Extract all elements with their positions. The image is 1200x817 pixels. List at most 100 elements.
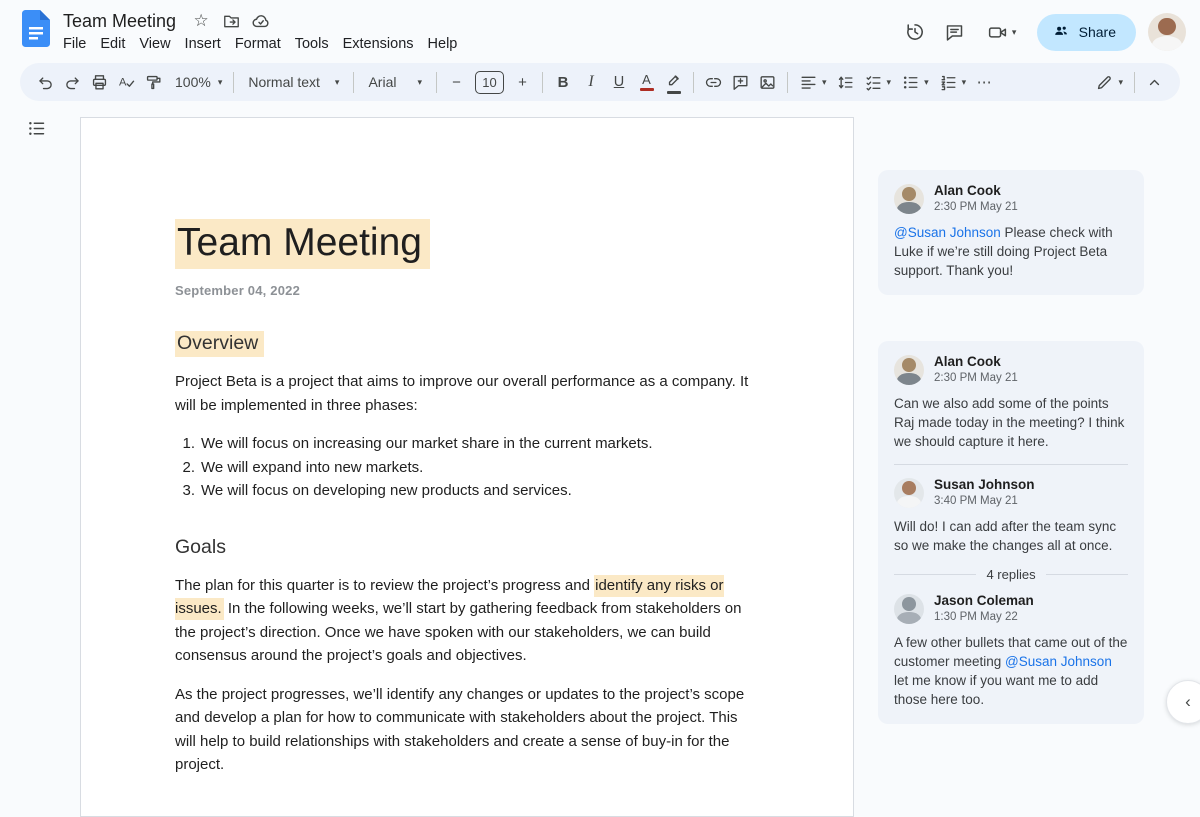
bulleted-list-dropdown[interactable]: ▾ [896,68,934,96]
caret-down-icon: ▾ [217,76,223,87]
document-outline-icon[interactable] [23,115,49,141]
chevron-left-icon: ‹ [1185,692,1191,711]
cloud-status-icon[interactable] [249,9,273,33]
menu-help[interactable]: Help [421,34,465,54]
divider-line [894,574,977,575]
more-options-button[interactable]: ⋯ [971,68,998,96]
comments-sidebar: Alan Cook 2:30 PM May 21 @Susan Johnson … [878,170,1144,724]
document-title-field[interactable]: Team Meeting [63,11,176,32]
doc-title-heading: Team Meeting [175,219,760,269]
zoom-dropdown[interactable]: 100% ▾ [167,68,227,96]
line-spacing-button[interactable] [832,68,859,96]
overview-paragraph: Project Beta is a project that aims to i… [175,373,749,414]
document-page[interactable]: Team Meeting September 04, 2022 Overview… [80,117,854,817]
insert-image-button[interactable] [754,68,781,96]
undo-button[interactable] [32,68,59,96]
share-button[interactable]: Share [1036,13,1136,51]
add-comment-button[interactable] [727,68,754,96]
commenter-avatar [894,183,924,214]
mention-link[interactable]: @Susan Johnson [1005,654,1112,669]
menu-insert[interactable]: Insert [178,34,228,54]
text-color-button[interactable]: A [633,68,660,96]
checklist-dropdown[interactable]: ▾ [859,68,897,96]
header: Team Meeting ☆ File Edit View Insert For… [0,0,1200,62]
menu-view[interactable]: View [132,34,177,54]
commenter-avatar [894,477,924,508]
underline-button[interactable]: U [605,68,633,96]
star-icon[interactable]: ☆ [189,9,213,33]
commenter-avatar [894,593,924,624]
commenter-name: Alan Cook [934,354,1001,369]
list-number: 1. [182,435,195,452]
open-comments-icon[interactable] [935,12,975,52]
comment-thread-card[interactable]: Alan Cook 2:30 PM May 21 Can we also add… [878,341,1144,724]
comment-time: 2:30 PM May 21 [934,372,1018,384]
divider-line [1045,574,1129,575]
thread-divider [894,464,1128,465]
mention-link[interactable]: @Susan Johnson [894,225,1001,240]
spellcheck-button[interactable]: A [113,68,140,96]
caret-down-icon: ▾ [1011,26,1017,37]
move-folder-icon[interactable] [219,9,243,33]
redo-button[interactable] [59,68,86,96]
header-actions: ▾ Share [895,9,1186,52]
goals-paragraph-2: As the project progresses, we’ll identif… [175,685,745,774]
toolbar-separator [436,71,437,93]
font-family-value: Arial [368,74,397,90]
menu-file[interactable]: File [56,34,93,54]
menu-format[interactable]: Format [228,34,288,54]
print-button[interactable] [86,68,113,96]
decrease-font-size-button[interactable]: − [443,68,470,96]
version-history-icon[interactable] [895,12,935,52]
font-family-dropdown[interactable]: Arial ▾ [360,68,430,96]
insert-link-button[interactable] [700,68,727,96]
toolbar: A 100% ▾ Normal text ▾ Arial ▾ − 10 + B … [20,63,1180,101]
numbered-list-dropdown[interactable]: ▾ [934,68,972,96]
user-avatar[interactable] [1148,13,1186,51]
menu-extensions[interactable]: Extensions [336,34,421,54]
header-main: Team Meeting ☆ File Edit View Insert For… [63,9,895,54]
italic-button[interactable]: I [577,68,605,96]
caret-down-icon: ▾ [961,76,967,87]
caret-down-icon: ▾ [334,76,340,87]
caret-down-icon: ▾ [924,76,929,87]
paragraph-style-dropdown[interactable]: Normal text ▾ [240,68,347,96]
docs-logo-icon[interactable] [22,10,50,47]
list-item: 2. We will expand into new markets. [175,456,760,480]
commenter-name: Susan Johnson [934,477,1035,492]
list-text: We will focus on developing new products… [201,482,572,500]
list-text: We will expand into new markets. [201,458,424,476]
comment-text: Will do! I can add after the team sync s… [894,519,1117,553]
comment-header: Alan Cook 2:30 PM May 21 [894,183,1128,214]
zoom-value: 100% [175,74,211,90]
menu-edit[interactable]: Edit [93,34,132,54]
comment-text: Can we also add some of the points Raj m… [894,396,1125,449]
commenter-name: Alan Cook [934,183,1001,198]
title-row: Team Meeting ☆ [63,9,895,33]
hide-comments-button[interactable]: ‹ [1166,680,1200,724]
increase-font-size-button[interactable]: + [509,68,536,96]
font-size-input[interactable]: 10 [475,70,504,94]
align-dropdown[interactable]: ▾ [794,68,832,96]
text-color-swatch [639,88,654,91]
caret-down-icon: ▾ [1118,76,1123,87]
comment-card[interactable]: Alan Cook 2:30 PM May 21 @Susan Johnson … [878,170,1144,295]
menu-tools[interactable]: Tools [288,34,336,54]
share-label: Share [1078,24,1116,40]
comment-header: Jason Coleman 1:30 PM May 22 [894,593,1128,624]
list-number: 2. [182,458,195,476]
paint-format-button[interactable] [140,68,167,96]
editing-mode-dropdown[interactable]: ▾ [1090,68,1128,96]
replies-count-label: 4 replies [986,567,1036,582]
list-item: 1. We will focus on increasing our market… [175,432,760,456]
meet-video-icon[interactable]: ▾ [975,12,1029,52]
toolbar-separator [542,71,543,93]
bold-button[interactable]: B [549,68,577,96]
collapse-toolbar-button[interactable] [1141,68,1168,96]
replies-count-row[interactable]: 4 replies [894,567,1129,582]
doc-date: September 04, 2022 [175,283,301,298]
highlight-color-button[interactable] [660,68,687,96]
toolbar-separator [693,71,694,93]
caret-down-icon: ▾ [822,76,827,87]
text-run: In the following weeks, we’ll start by g… [175,600,742,665]
